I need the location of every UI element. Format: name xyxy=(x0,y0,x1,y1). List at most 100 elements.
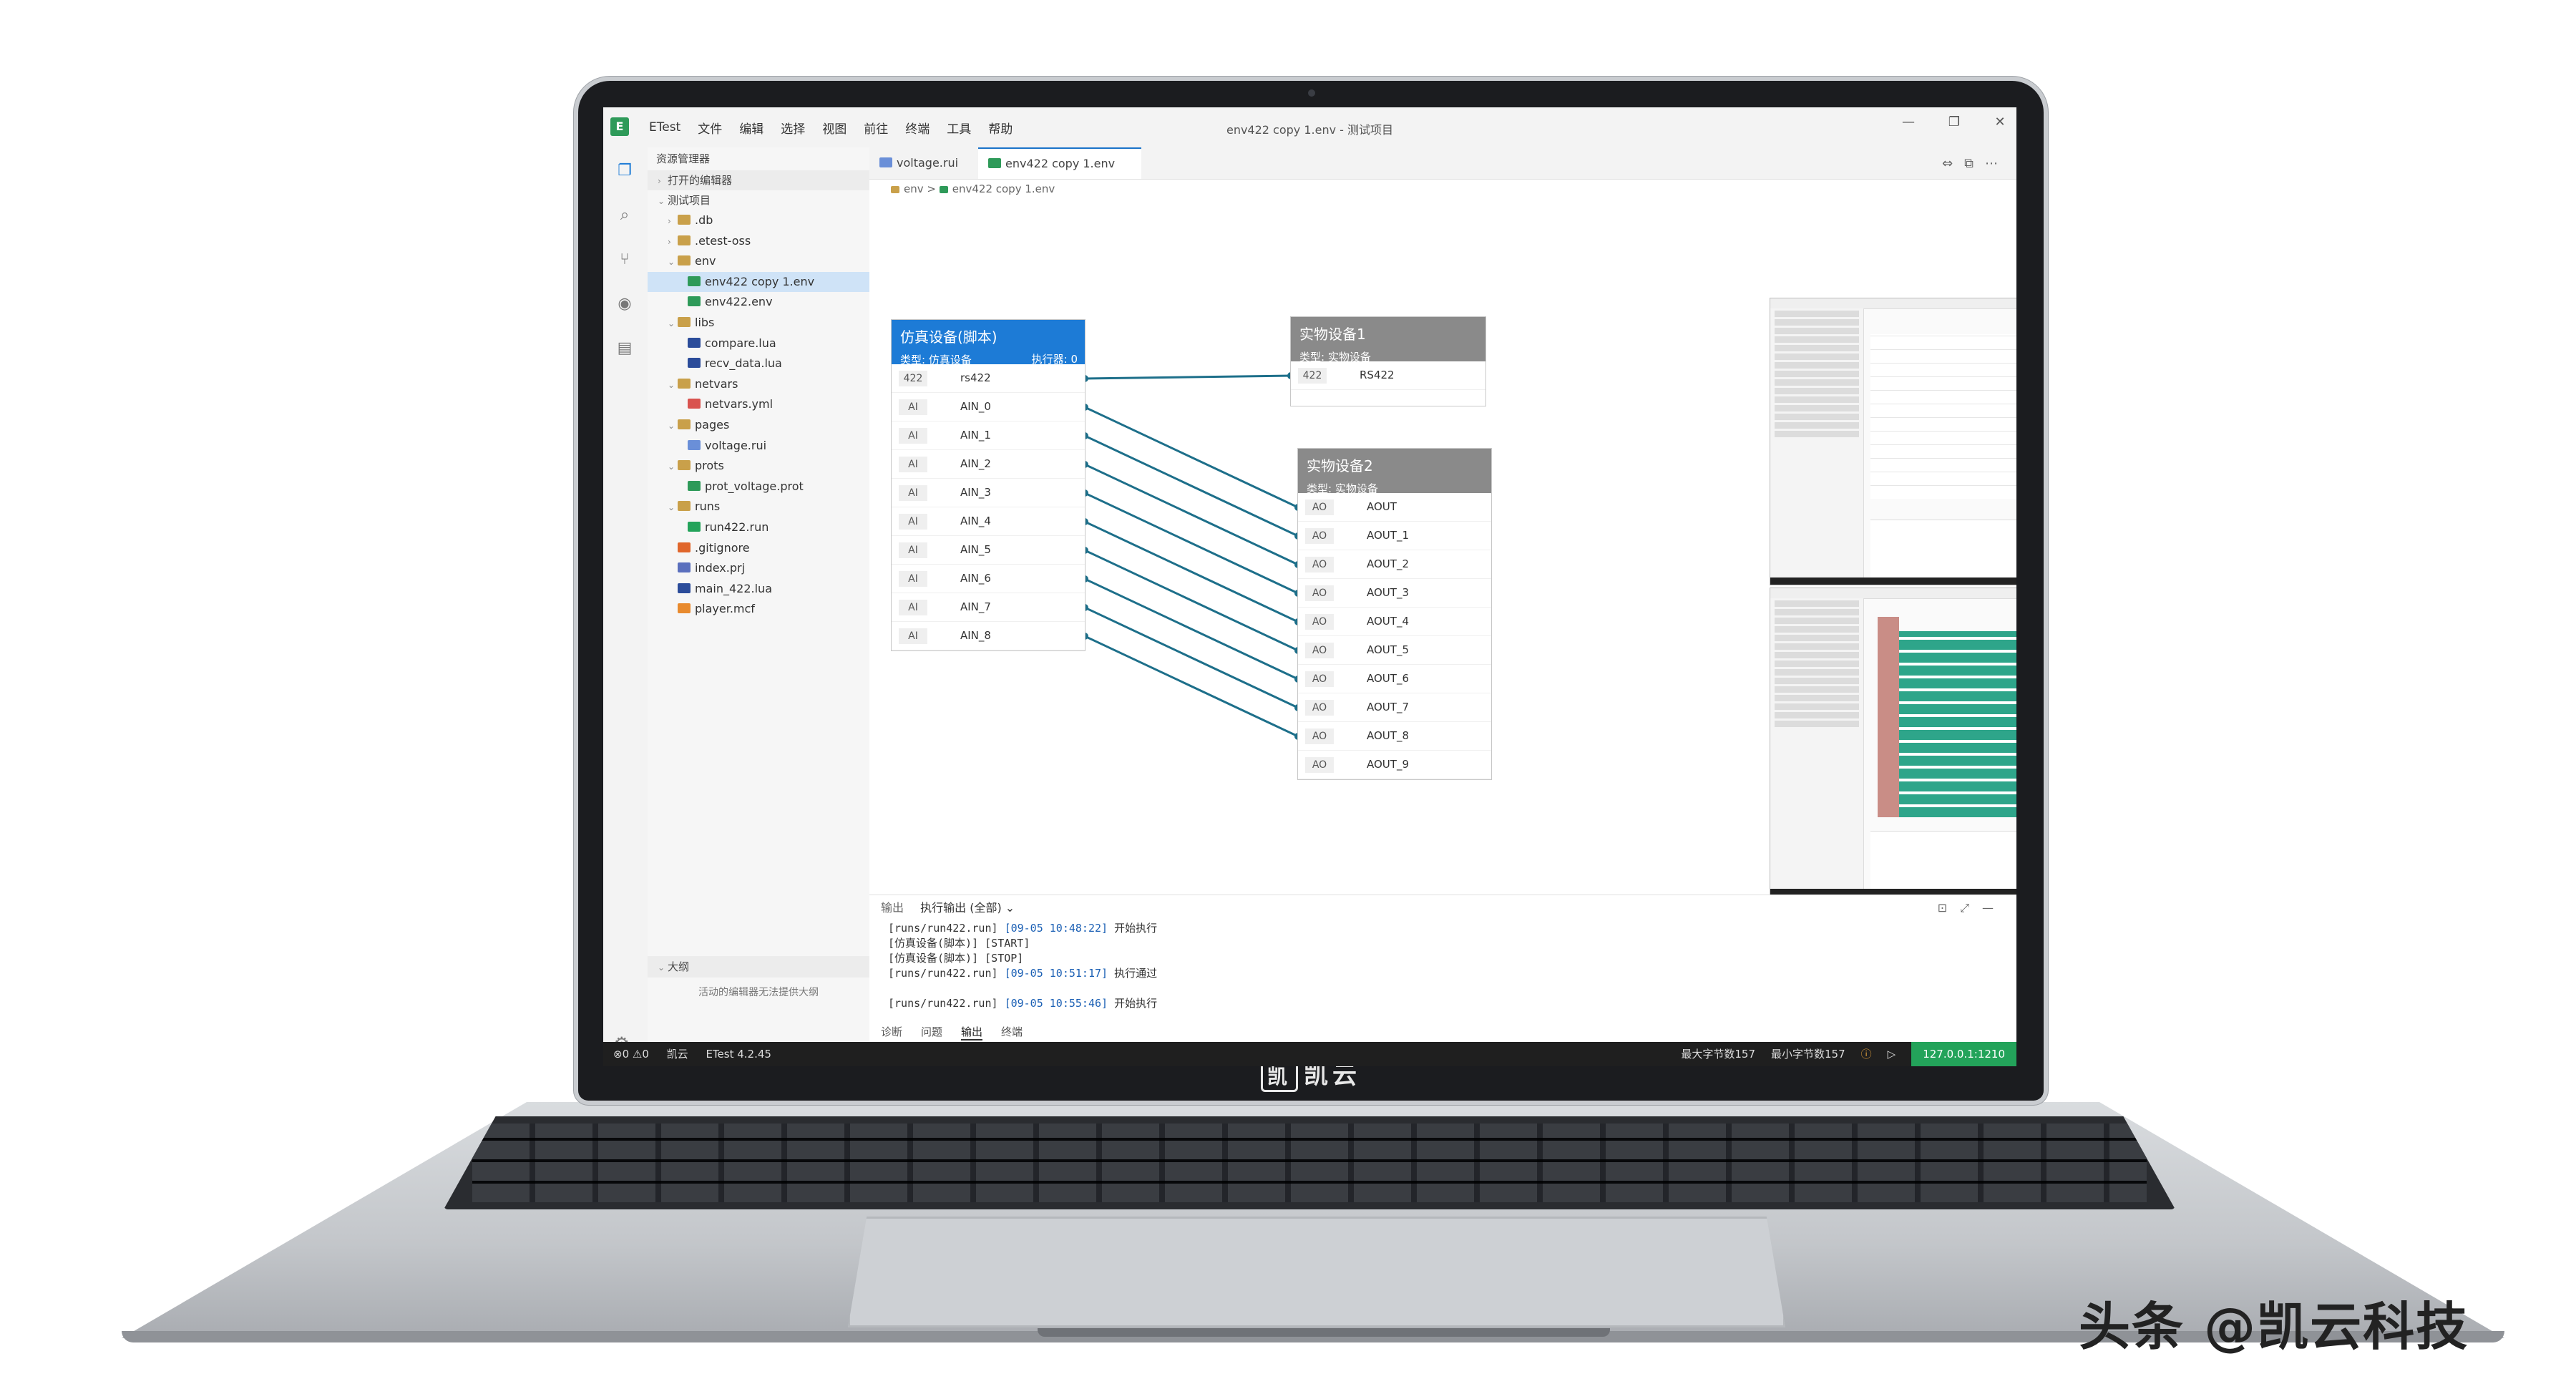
tree-item[interactable]: recv_data.lua xyxy=(648,354,869,374)
minimize-panel-icon[interactable]: — xyxy=(1982,901,2006,915)
tree-item[interactable]: index.prj xyxy=(648,558,869,579)
more-actions-icon[interactable]: ⋯ xyxy=(1985,156,2009,171)
panel-tab-terminal[interactable]: 终端 xyxy=(1001,1024,1023,1040)
port-name: AOUT_6 xyxy=(1367,672,1409,685)
breadcrumb-file[interactable]: env422 copy 1.env xyxy=(952,182,1055,195)
port-row[interactable]: AO AOUT_2 xyxy=(1298,550,1491,579)
tree-item[interactable]: ⌄ netvars xyxy=(648,374,869,395)
tree-item[interactable]: netvars.yml xyxy=(648,394,869,415)
search-icon[interactable]: ⌕ xyxy=(614,205,635,226)
port-row[interactable]: AO AOUT_5 xyxy=(1298,636,1491,665)
breadcrumb-env[interactable]: env xyxy=(904,182,924,195)
wire-ain-2[interactable] xyxy=(1084,463,1299,566)
wire-ain-7[interactable] xyxy=(1084,606,1299,709)
tree-item[interactable]: ⌄ pages xyxy=(648,415,869,436)
tree-item-label: run422.run xyxy=(705,520,769,534)
lock-icon[interactable]: ⊡ xyxy=(1938,901,1960,915)
port-row[interactable]: AI AIN_7 xyxy=(892,593,1085,622)
port-row[interactable]: AO AOUT_7 xyxy=(1298,693,1491,722)
tree-item[interactable]: .gitignore xyxy=(648,538,869,559)
node-real-device-2[interactable]: 实物设备2 类型: 实物设备 AO AOUT AO AOUT_1 AO AOUT_2 AO A… xyxy=(1297,448,1492,780)
wire-ain-0[interactable] xyxy=(1084,406,1299,509)
prj-file-icon xyxy=(678,562,691,573)
port-row[interactable]: AI AIN_4 xyxy=(892,507,1085,536)
wire-ain-6[interactable] xyxy=(1084,577,1299,681)
port-row[interactable]: 422 rs422 xyxy=(892,364,1085,393)
outline-section[interactable]: ⌄ 大纲 xyxy=(648,956,869,978)
menu-go[interactable]: 前往 xyxy=(855,119,897,137)
port-row[interactable]: AI AIN_2 xyxy=(892,450,1085,479)
wire-ain-8[interactable] xyxy=(1084,635,1299,738)
wire-rs422[interactable] xyxy=(1084,374,1292,380)
panel-tab-diagnostics[interactable]: 诊断 xyxy=(881,1024,902,1040)
port-row[interactable]: AI AIN_1 xyxy=(892,421,1085,450)
port-row[interactable]: AO AOUT xyxy=(1298,493,1491,522)
expand-icon[interactable]: ⤢ xyxy=(1960,901,1982,915)
tree-item[interactable]: › .db xyxy=(648,210,869,231)
port-row[interactable]: AO AOUT_9 xyxy=(1298,751,1491,779)
tab-env422-copy[interactable]: env422 copy 1.env xyxy=(978,147,1141,179)
tree-item[interactable]: main_422.lua xyxy=(648,579,869,600)
explorer-icon[interactable]: ❐ xyxy=(614,160,635,182)
project-section[interactable]: ⌄ 测试项目 xyxy=(648,190,869,210)
tree-item[interactable]: ⌄ env xyxy=(648,251,869,272)
tree-item[interactable]: env422 copy 1.env xyxy=(648,271,869,293)
env-canvas[interactable]: 仿真设备(脚本) 类型: 仿真设备 执行器: 0 422 rs422 AI AIN_0… xyxy=(869,198,2016,899)
play-icon[interactable]: ▷ xyxy=(1888,1042,1896,1066)
tree-item[interactable]: env422.env xyxy=(648,292,869,313)
source-control-icon[interactable]: ⑂ xyxy=(614,249,635,271)
port-row[interactable]: AI AIN_8 xyxy=(892,622,1085,650)
warning-icon[interactable]: ⓘ xyxy=(1861,1042,1872,1066)
port-row[interactable]: AI AIN_0 xyxy=(892,393,1085,421)
node-sim-device[interactable]: 仿真设备(脚本) 类型: 仿真设备 执行器: 0 422 rs422 AI AIN_0… xyxy=(891,319,1085,651)
menu-help[interactable]: 帮助 xyxy=(980,119,1021,137)
port-row[interactable]: AI AIN_5 xyxy=(892,536,1085,565)
tree-item[interactable]: voltage.rui xyxy=(648,436,869,457)
panel-tab-output[interactable]: 输出 xyxy=(961,1024,983,1040)
tree-item[interactable]: ⌄ libs xyxy=(648,313,869,333)
output-channel-select[interactable]: 执行输出 (全部) ⌄ xyxy=(920,895,1015,921)
port-row[interactable]: AO AOUT_4 xyxy=(1298,608,1491,636)
menu-tools[interactable]: 工具 xyxy=(938,119,980,137)
wire-ain-1[interactable] xyxy=(1084,434,1299,537)
open-editors-section[interactable]: › 打开的编辑器 xyxy=(648,170,869,190)
port-row[interactable]: AI AIN_6 xyxy=(892,565,1085,593)
tree-item[interactable]: ⌄ runs xyxy=(648,497,869,517)
node-real-device-1[interactable]: 实物设备1 类型: 实物设备 422 RS422 xyxy=(1290,316,1486,406)
port-row[interactable]: AO AOUT_8 xyxy=(1298,722,1491,751)
menu-view[interactable]: 视图 xyxy=(814,119,855,137)
wire-ain-4[interactable] xyxy=(1084,520,1299,623)
panel-tab-problems[interactable]: 问题 xyxy=(921,1024,942,1040)
tree-item[interactable]: › .etest-oss xyxy=(648,231,869,252)
menu-select[interactable]: 选择 xyxy=(772,119,814,137)
eye-icon[interactable]: ◉ xyxy=(614,293,635,315)
log-post: 开始执行 xyxy=(1108,997,1158,1010)
port-row[interactable]: AO AOUT_3 xyxy=(1298,579,1491,608)
port-row[interactable]: AO AOUT_1 xyxy=(1298,522,1491,550)
menu-file[interactable]: 文件 xyxy=(689,119,731,137)
tree-item[interactable]: compare.lua xyxy=(648,333,869,354)
menu-edit[interactable]: 编辑 xyxy=(731,119,772,137)
close-button[interactable]: ✕ xyxy=(1988,114,2012,130)
open-preview-icon[interactable]: ⧉ xyxy=(1964,156,1985,171)
tree-item[interactable]: player.mcf xyxy=(648,599,869,620)
status-ip-address[interactable]: 127.0.0.1:1210 xyxy=(1911,1042,2016,1066)
tree-item[interactable]: run422.run xyxy=(648,517,869,538)
devices-icon[interactable]: ▤ xyxy=(614,338,635,359)
port-row[interactable]: 422 RS422 xyxy=(1291,361,1485,390)
wire-ain-3[interactable] xyxy=(1084,492,1299,595)
tree-item[interactable]: prot_voltage.prot xyxy=(648,477,869,497)
tree-item[interactable]: ⌄ prots xyxy=(648,456,869,477)
port-row[interactable]: AO AOUT_6 xyxy=(1298,665,1491,693)
minimize-button[interactable]: — xyxy=(1896,114,1921,130)
menu-app-name[interactable]: ETest xyxy=(640,120,689,135)
wire-ain-5[interactable] xyxy=(1084,549,1299,652)
menu-terminal[interactable]: 终端 xyxy=(897,119,938,137)
split-editor-icon[interactable]: ⇔ xyxy=(1942,156,1964,171)
status-problems[interactable]: ⊗0 ⚠0 xyxy=(613,1048,649,1061)
port-type-badge: AI xyxy=(899,457,927,472)
node-real2-header: 实物设备2 类型: 实物设备 xyxy=(1298,449,1491,495)
maximize-button[interactable]: ❐ xyxy=(1942,114,1966,130)
log-post: 执行通过 xyxy=(1108,967,1158,980)
port-row[interactable]: AI AIN_3 xyxy=(892,479,1085,507)
